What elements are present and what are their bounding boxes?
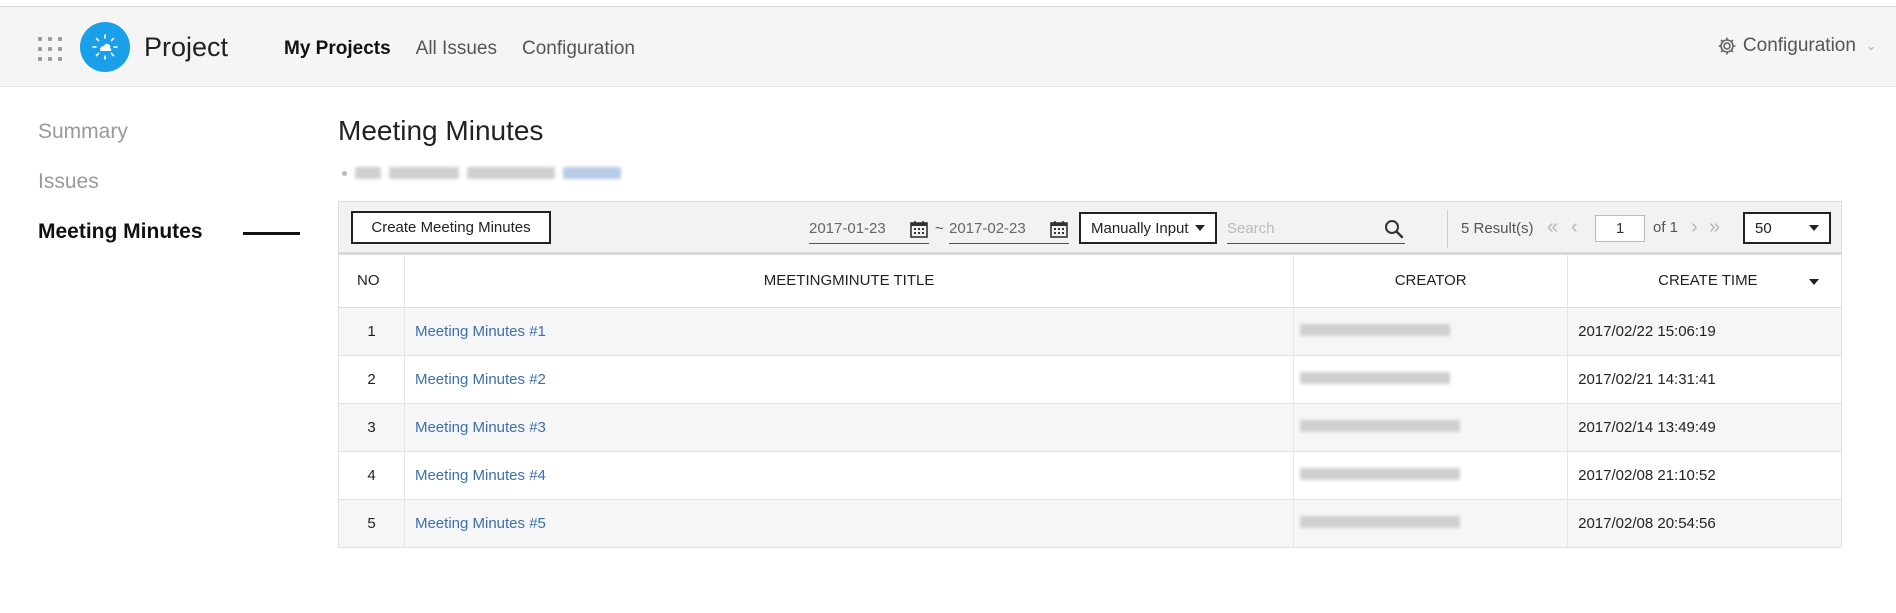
end-date-value: 2017-02-23 <box>949 220 1026 237</box>
calendar-icon[interactable] <box>909 219 929 239</box>
sidebar-item-summary[interactable]: Summary <box>38 115 308 165</box>
bullet <box>342 170 347 176</box>
end-date-field[interactable]: 2017-02-23 <box>949 214 1069 244</box>
row-title-link[interactable]: Meeting Minutes #2 <box>415 371 546 388</box>
apps-grid-icon[interactable] <box>38 37 62 61</box>
table-row[interactable]: 2 Meeting Minutes #2 2017/02/21 14:31:41 <box>338 355 1842 404</box>
row-creator <box>1293 499 1568 548</box>
chevron-down-icon: ⌄ <box>1865 39 1876 53</box>
redacted-text <box>1300 371 1451 384</box>
redacted-text <box>1300 515 1461 528</box>
date-range-separator: ~ <box>935 220 944 237</box>
sidebar-item-meeting-minutes[interactable]: Meeting Minutes <box>38 215 308 265</box>
row-creator <box>1293 403 1568 452</box>
table-header-row: NO MEETINGMINUTE TITLE CREATOR CREATE TI… <box>338 255 1842 308</box>
table-row[interactable]: 1 Meeting Minutes #1 2017/02/22 15:06:19 <box>338 307 1842 356</box>
calendar-icon[interactable] <box>1049 219 1069 239</box>
row-title-cell: Meeting Minutes #4 <box>403 451 1294 500</box>
app-header: Project My Projects All Issues Configura… <box>0 7 1896 87</box>
column-header-no[interactable]: NO <box>338 255 405 308</box>
row-title-cell: Meeting Minutes #5 <box>403 499 1294 548</box>
column-header-create-time-label: CREATE TIME <box>1658 272 1758 290</box>
page-number-input[interactable] <box>1595 215 1645 242</box>
row-creator <box>1293 307 1568 356</box>
row-number: 3 <box>338 403 405 452</box>
table-row[interactable]: 4 Meeting Minutes #4 2017/02/08 21:10:52 <box>338 451 1842 500</box>
result-count: 5 Result(s) <box>1461 220 1534 237</box>
gear-icon <box>1718 37 1736 55</box>
caret-down-icon <box>1809 225 1819 231</box>
column-header-creator[interactable]: CREATOR <box>1293 255 1568 308</box>
page-size-select[interactable]: 50 <box>1743 212 1831 244</box>
nav-all-issues[interactable]: All Issues <box>416 38 497 60</box>
search-box <box>1227 214 1405 244</box>
create-meeting-minutes-button[interactable]: Create Meeting Minutes <box>351 211 551 244</box>
row-number: 1 <box>338 307 405 356</box>
redacted-text <box>355 167 381 179</box>
input-mode-select[interactable]: Manually Input <box>1079 212 1217 244</box>
search-icon[interactable] <box>1383 218 1405 240</box>
redacted-link[interactable] <box>563 167 621 179</box>
next-page-icon[interactable]: › <box>1691 217 1698 237</box>
nav-configuration[interactable]: Configuration <box>522 38 635 60</box>
redacted-text <box>467 167 555 179</box>
last-page-icon[interactable]: » <box>1709 217 1720 237</box>
row-number: 5 <box>338 499 405 548</box>
redacted-text <box>1300 419 1461 432</box>
configuration-menu-label: Configuration <box>1742 35 1856 56</box>
row-title-link[interactable]: Meeting Minutes #4 <box>415 467 546 484</box>
row-create-time: 2017/02/08 21:10:52 <box>1567 451 1842 500</box>
nav-my-projects[interactable]: My Projects <box>284 38 391 60</box>
configuration-menu[interactable]: Configuration ⌄ <box>1717 35 1876 57</box>
input-mode-value: Manually Input <box>1091 219 1189 237</box>
caret-down-icon <box>1195 225 1205 231</box>
page-title: Meeting Minutes <box>338 115 544 146</box>
sidebar-item-issues[interactable]: Issues <box>38 165 308 215</box>
main-content: Meeting Minutes Create Meeting Minutes 2… <box>338 115 1842 548</box>
row-title-link[interactable]: Meeting Minutes #3 <box>415 419 546 436</box>
sidebar: Summary Issues Meeting Minutes <box>38 115 308 265</box>
column-header-title[interactable]: MEETINGMINUTE TITLE <box>403 255 1294 308</box>
first-page-icon[interactable]: « <box>1547 217 1558 237</box>
row-number: 4 <box>338 451 405 500</box>
page-size-value: 50 <box>1755 219 1772 237</box>
search-input[interactable] <box>1227 220 1377 237</box>
row-create-time: 2017/02/14 13:49:49 <box>1567 403 1842 452</box>
project-logo-icon[interactable] <box>80 22 130 72</box>
start-date-field[interactable]: 2017-01-23 <box>809 214 929 244</box>
page-total: of 1 <box>1653 219 1679 236</box>
row-title-cell: Meeting Minutes #1 <box>403 307 1294 356</box>
row-creator <box>1293 451 1568 500</box>
start-date-value: 2017-01-23 <box>809 220 886 237</box>
redacted-text <box>1300 467 1461 480</box>
column-header-create-time[interactable]: CREATE TIME <box>1567 255 1842 308</box>
table-row[interactable]: 5 Meeting Minutes #5 2017/02/08 20:54:56 <box>338 499 1842 548</box>
sort-desc-icon[interactable] <box>1809 279 1819 285</box>
redacted-text <box>389 167 459 179</box>
row-title-cell: Meeting Minutes #2 <box>403 355 1294 404</box>
row-creator <box>1293 355 1568 404</box>
breadcrumb <box>338 165 1842 181</box>
redacted-text <box>1300 323 1451 336</box>
toolbar-divider <box>1447 210 1448 248</box>
table-row[interactable]: 3 Meeting Minutes #3 2017/02/14 13:49:49 <box>338 403 1842 452</box>
row-number: 2 <box>338 355 405 404</box>
row-create-time: 2017/02/08 20:54:56 <box>1567 499 1842 548</box>
meeting-minutes-table: NO MEETINGMINUTE TITLE CREATOR CREATE TI… <box>338 255 1842 548</box>
row-create-time: 2017/02/21 14:31:41 <box>1567 355 1842 404</box>
main-nav: My Projects All Issues Configuration <box>284 38 635 60</box>
app-title: Project <box>144 32 229 62</box>
row-title-cell: Meeting Minutes #3 <box>403 403 1294 452</box>
row-title-link[interactable]: Meeting Minutes #5 <box>415 515 546 532</box>
prev-page-icon[interactable]: ‹ <box>1571 217 1578 237</box>
toolbar: Create Meeting Minutes 2017-01-23 ~ 2017… <box>338 201 1842 255</box>
row-create-time: 2017/02/22 15:06:19 <box>1567 307 1842 356</box>
row-title-link[interactable]: Meeting Minutes #1 <box>415 323 546 340</box>
